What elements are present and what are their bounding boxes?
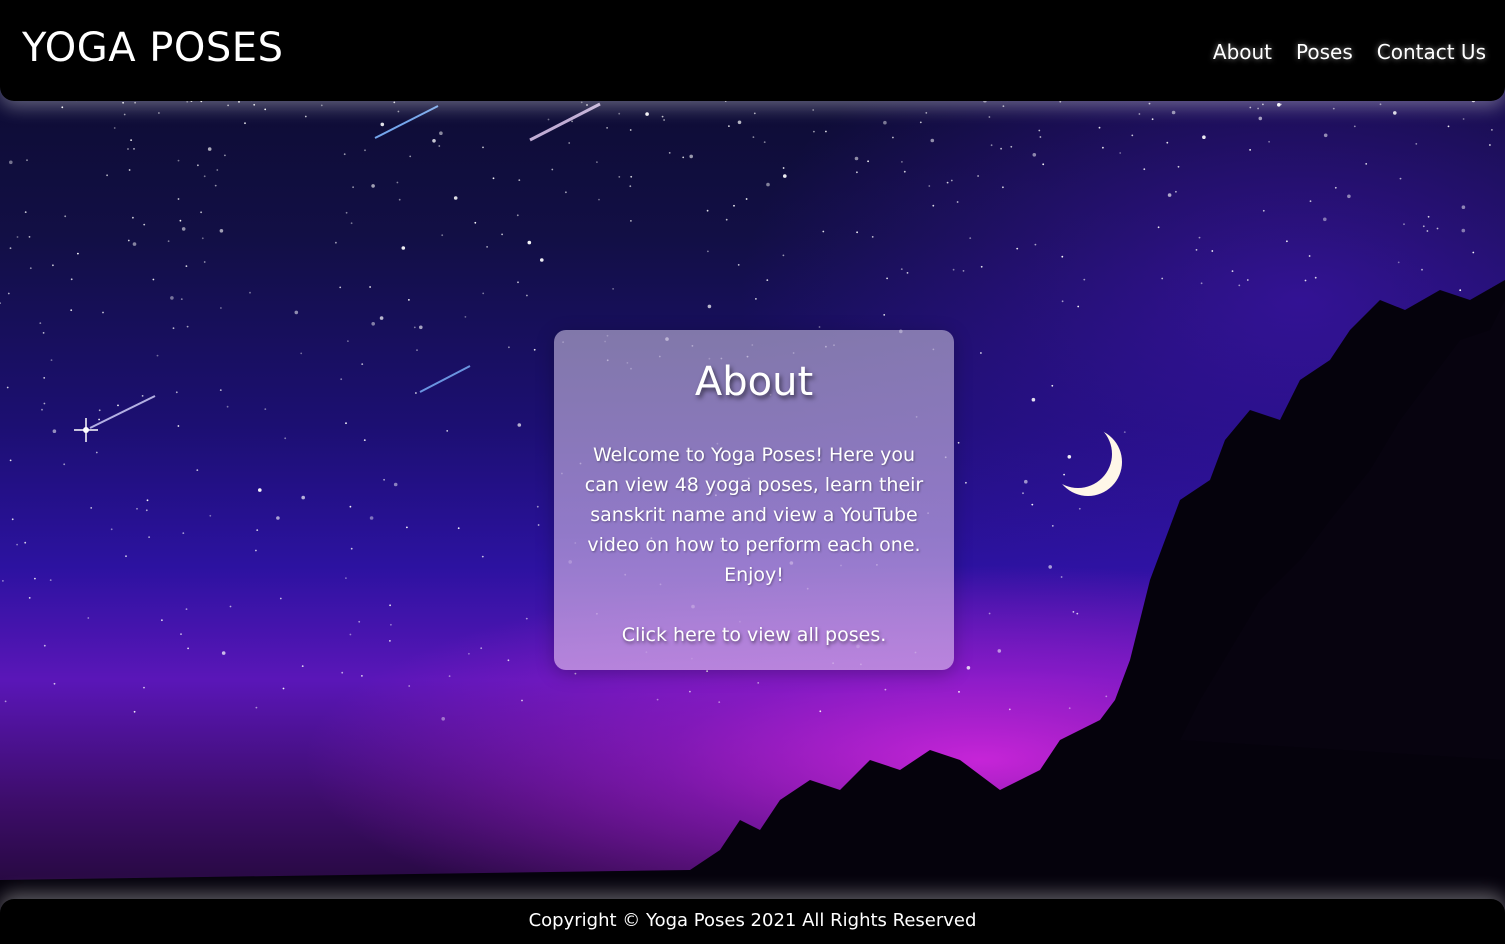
site-footer: Copyright © Yoga Poses 2021 All Rights R… (0, 899, 1505, 944)
nav-link-about[interactable]: About (1213, 38, 1272, 66)
nav-link-contact-us[interactable]: Contact Us (1377, 38, 1486, 66)
site-logo[interactable]: YOGA POSES (22, 24, 283, 72)
footer-copyright: Copyright © Yoga Poses 2021 All Rights R… (528, 910, 977, 931)
page: YOGA POSES About Poses Contact Us About … (0, 0, 1505, 944)
about-card-title: About (694, 359, 814, 405)
about-card-cta-suffix: to view all poses. (715, 624, 887, 646)
about-card-body: Welcome to Yoga Poses! Here you can view… (584, 444, 924, 586)
site-header: YOGA POSES About Poses Contact Us (0, 0, 1505, 101)
about-card-cta: Click here to view all poses. (554, 620, 954, 650)
view-all-poses-link[interactable]: Click here (622, 624, 716, 646)
main-nav: About Poses Contact Us (1213, 38, 1486, 66)
nav-link-poses[interactable]: Poses (1296, 38, 1353, 66)
about-card: About Welcome to Yoga Poses! Here you ca… (554, 330, 954, 670)
